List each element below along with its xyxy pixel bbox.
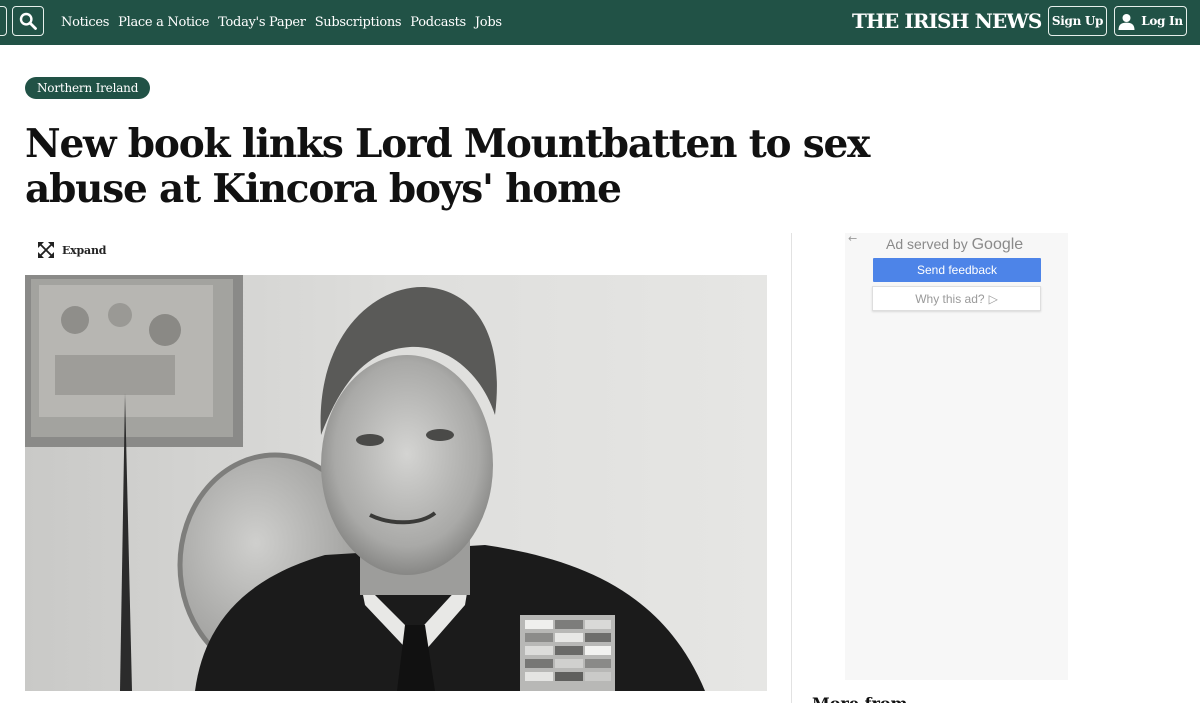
expand-icon — [38, 242, 54, 258]
article-photo[interactable] — [25, 275, 767, 691]
send-feedback-button[interactable]: Send feedback — [873, 258, 1041, 282]
column-divider — [791, 233, 792, 703]
article-headline: New book links Lord Mountbatten to sex a… — [25, 121, 870, 212]
nav-link-subscriptions[interactable]: Subscriptions — [315, 15, 402, 30]
nav-link-jobs[interactable]: Jobs — [475, 15, 502, 30]
search-icon — [19, 12, 37, 30]
site-logo[interactable]: THE IRISH NEWS — [852, 9, 1042, 33]
search-button[interactable] — [12, 6, 44, 36]
nav-link-notices[interactable]: Notices — [61, 15, 109, 30]
log-in-label: Log In — [1141, 14, 1183, 28]
ad-served-by: Ad served by Google — [886, 236, 1023, 254]
expand-button[interactable]: Expand — [38, 242, 106, 258]
portrait-image — [25, 275, 767, 691]
play-triangle-icon: ▷ — [988, 291, 998, 306]
back-arrow-icon[interactable]: ← — [848, 232, 857, 245]
top-navigation-bar: Notices Place a Notice Today's Paper Sub… — [0, 0, 1200, 45]
nav-link-todays-paper[interactable]: Today's Paper — [218, 15, 306, 30]
expand-label: Expand — [62, 243, 107, 257]
log-in-button[interactable]: Log In — [1114, 6, 1187, 36]
ad-served-brand: Google — [971, 236, 1024, 253]
nav-links: Notices Place a Notice Today's Paper Sub… — [61, 0, 511, 45]
sidebar-heading: More from — [812, 694, 907, 703]
menu-button[interactable] — [0, 6, 7, 36]
ad-served-label: Ad served by — [886, 236, 968, 252]
user-icon — [1118, 13, 1135, 30]
why-this-ad-label: Why this ad? — [915, 291, 985, 306]
sign-up-button[interactable]: Sign Up — [1048, 6, 1107, 36]
nav-link-podcasts[interactable]: Podcasts — [410, 15, 466, 30]
why-this-ad-button[interactable]: Why this ad? ▷ — [872, 286, 1041, 311]
nav-link-place-a-notice[interactable]: Place a Notice — [118, 15, 209, 30]
section-tag[interactable]: Northern Ireland — [25, 77, 151, 99]
